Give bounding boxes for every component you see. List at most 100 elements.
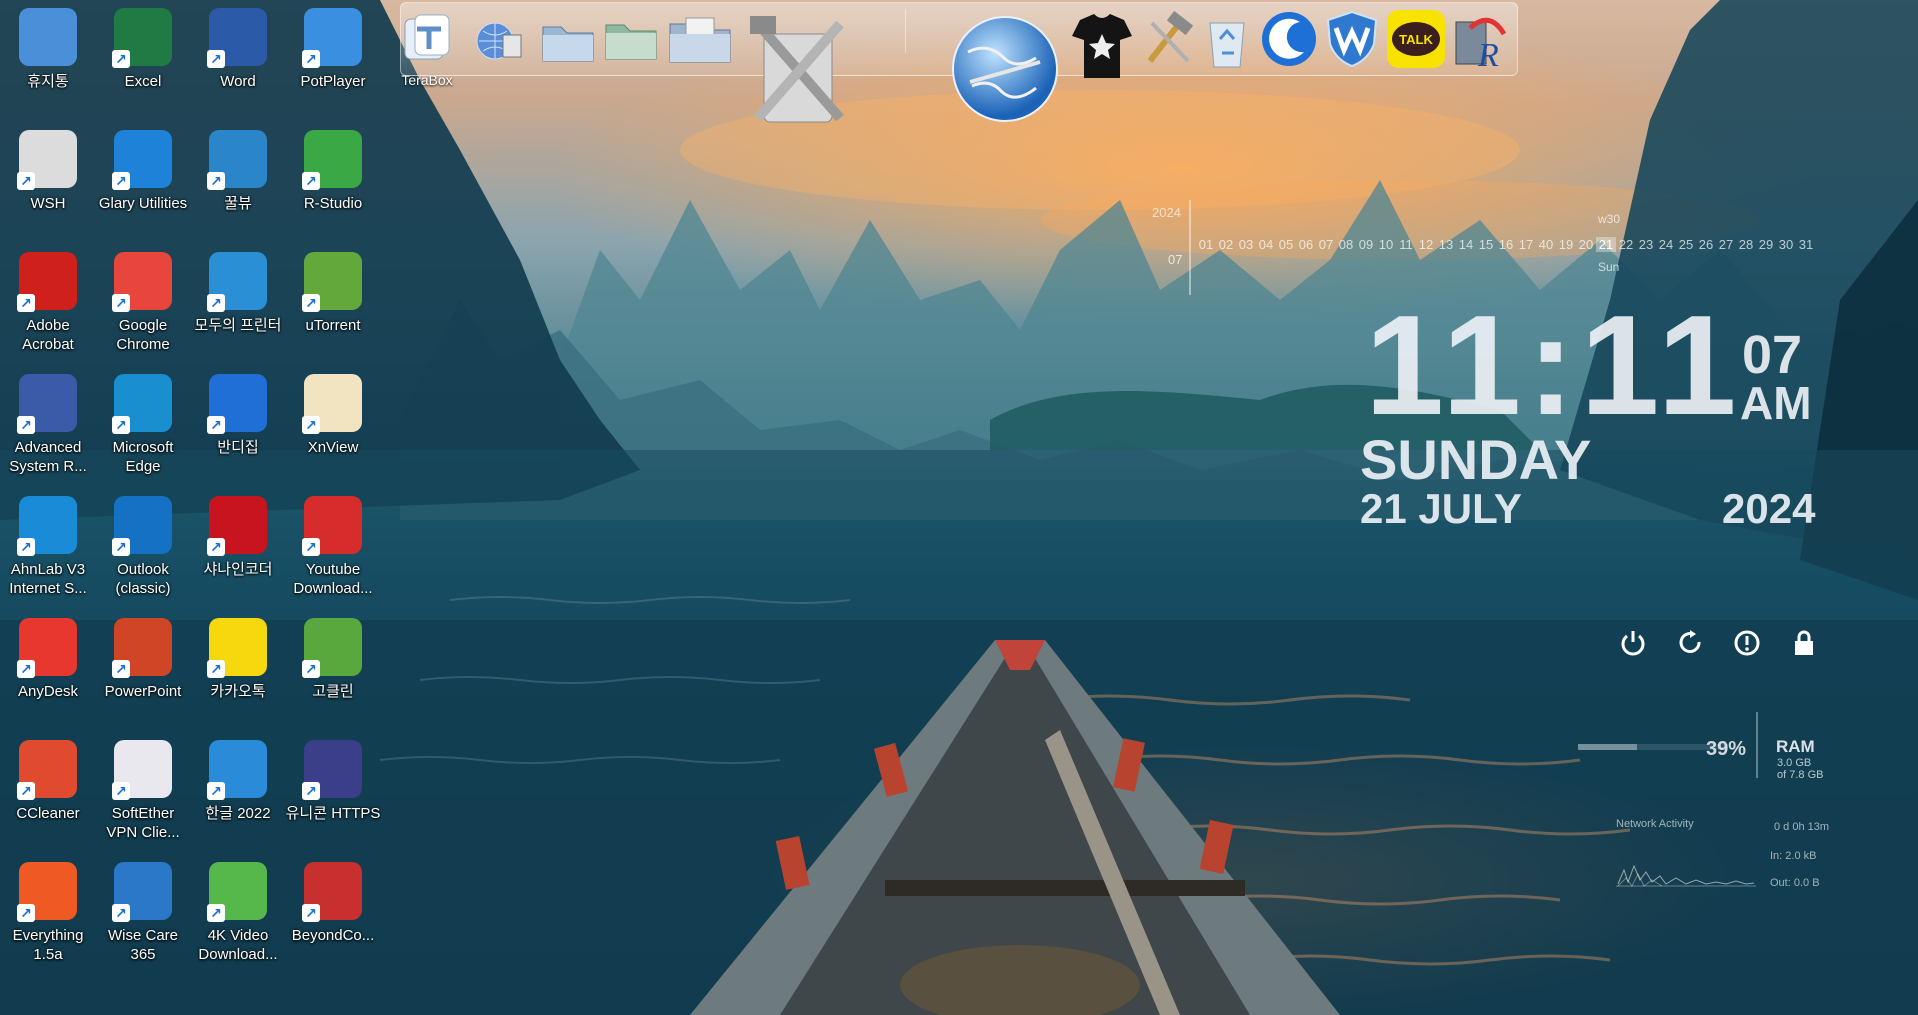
uptime: 0 d 0h 13m — [1774, 821, 1830, 833]
calendar-day: 23 — [1638, 237, 1654, 252]
tools-icon[interactable] — [743, 13, 853, 133]
desktop-icon[interactable]: 휴지통 — [0, 0, 96, 118]
desktop-icon-label: Excel — [124, 73, 162, 90]
desktop-icon[interactable]: ↗ Word — [190, 0, 286, 118]
clock-ampm: AM — [1740, 377, 1812, 429]
ram-usage-fill — [1578, 744, 1637, 750]
ram-used: 3.0 GB — [1777, 757, 1812, 769]
desktop-icon[interactable]: ↗ Adobe Acrobat — [0, 244, 96, 362]
wise-care-icon[interactable] — [1323, 9, 1381, 69]
desktop-icon[interactable]: ↗ R-Studio — [285, 122, 381, 240]
ram-divider — [1756, 712, 1758, 778]
desktop-icon-label: 4K Video Download... — [198, 927, 278, 963]
goclean-icon: ↗ — [302, 618, 362, 678]
desktop-icon-label: 반디집 — [217, 439, 259, 456]
glary-utilities-icon[interactable] — [1259, 9, 1319, 69]
calendar-day: 06 — [1298, 237, 1314, 252]
kakaotalk-icon: ↗ — [207, 618, 267, 678]
r-studio-icon[interactable]: R — [1449, 9, 1511, 73]
kakaotalk-icon[interactable]: TALK — [1385, 9, 1447, 69]
desktop-icon[interactable]: ↗ 반디집 — [190, 366, 286, 484]
desktop-icon-label: 카카오톡 — [210, 683, 266, 700]
desktop-icon[interactable]: ↗ PotPlayer — [285, 0, 381, 118]
folder-green-icon[interactable] — [601, 13, 661, 67]
desktop-icon-label: WSH — [30, 195, 66, 212]
calendar-day: 02 — [1218, 237, 1234, 252]
desktop-icon[interactable]: ↗ Everything 1.5a — [0, 854, 96, 972]
desktop-icon-label: Youtube Download... — [293, 561, 373, 597]
network-in: In: 2.0 kB — [1770, 850, 1817, 862]
desktop-icon[interactable]: ↗ Youtube Download... — [285, 488, 381, 606]
desktop-icon[interactable]: ↗ 꿀뷰 — [190, 122, 286, 240]
desktop-icon[interactable]: ↗ 한글 2022 — [190, 732, 286, 850]
desktop-icon[interactable]: ↗ 카카오톡 — [190, 610, 286, 728]
calendar-day: 30 — [1778, 237, 1794, 252]
outlook-icon: ↗ — [112, 496, 172, 556]
calendar-today-dow: Sun — [1598, 260, 1620, 274]
shortcut-arrow-icon: ↗ — [207, 294, 225, 312]
hangul-icon: ↗ — [207, 740, 267, 800]
shortcut-arrow-icon: ↗ — [112, 416, 130, 434]
clock-seconds: 07 — [1742, 325, 1803, 385]
wise-care-icon: ↗ — [112, 862, 172, 922]
desktop-icon[interactable]: ↗ Excel — [95, 0, 191, 118]
folder-icon[interactable] — [539, 15, 597, 67]
globe-icon[interactable] — [947, 11, 1063, 127]
calendar-day: 20 — [1578, 237, 1594, 252]
desktop-icon[interactable]: ↗ Glary Utilities — [95, 122, 191, 240]
desktop-icon[interactable]: ↗ AnyDesk — [0, 610, 96, 728]
tshirt-icon[interactable] — [1069, 9, 1135, 81]
desktop-icon[interactable]: ↗ 고클린 — [285, 610, 381, 728]
desktop-icon[interactable]: ↗ BeyondCo... — [285, 854, 381, 972]
desktop-icon[interactable]: ↗ WSH — [0, 122, 96, 240]
lock-icon[interactable] — [1787, 626, 1821, 660]
calendar-day: 21 — [1596, 237, 1616, 252]
folder-documents-icon[interactable] — [665, 11, 735, 69]
calendar-day: 10 — [1378, 237, 1394, 252]
xnview-icon: ↗ — [302, 374, 362, 434]
restart-icon[interactable] — [1673, 626, 1707, 660]
shortcut-arrow-icon: ↗ — [302, 782, 320, 800]
logoff-icon[interactable] — [1730, 626, 1764, 660]
desktop-icon-label: Microsoft Edge — [112, 439, 174, 475]
beyond-compare-icon: ↗ — [302, 862, 362, 922]
desktop-icon[interactable]: ↗ AhnLab V3 Internet S... — [0, 488, 96, 606]
globe-network-icon[interactable] — [471, 15, 527, 67]
glary-utilities-icon: ↗ — [112, 130, 172, 190]
desktop-icon-label: 샤나인코더 — [203, 561, 273, 578]
desktop-icon[interactable]: ↗ uTorrent — [285, 244, 381, 362]
desktop-icon[interactable]: ↗ XnView — [285, 366, 381, 484]
desktop-icon[interactable]: ↗ CCleaner — [0, 732, 96, 850]
desktop-icon[interactable]: ↗ Outlook (classic) — [95, 488, 191, 606]
hammer-icon[interactable] — [1137, 11, 1197, 69]
desktop-icon[interactable]: ↗ SoftEther VPN Clie... — [95, 732, 191, 850]
honeyview-icon: ↗ — [207, 130, 267, 190]
desktop-icon[interactable]: ↗ 4K Video Download... — [190, 854, 286, 972]
shortcut-arrow-icon: ↗ — [17, 294, 35, 312]
shortcut-arrow-icon: ↗ — [302, 172, 320, 190]
desktop-icon-label: PowerPoint — [104, 683, 182, 700]
advanced-system-repair-icon: ↗ — [17, 374, 77, 434]
desktop-icon[interactable]: ↗ 유니콘 HTTPS — [285, 732, 381, 850]
calendar-year: 2024 — [1152, 205, 1181, 220]
calendar-day: 17 — [1518, 237, 1534, 252]
document-icon: ↗ — [17, 130, 77, 190]
desktop-icon[interactable]: ↗ 샤나인코더 — [190, 488, 286, 606]
calendar-day: 40 — [1538, 237, 1554, 252]
recycle-bin-icon[interactable] — [1201, 13, 1253, 69]
desktop-icon[interactable]: ↗ Google Chrome — [95, 244, 191, 362]
desktop-icon[interactable]: ↗ Microsoft Edge — [95, 366, 191, 484]
network-title: Network Activity — [1616, 818, 1694, 830]
calendar-day: 11 — [1399, 237, 1413, 252]
calendar-day: 27 — [1718, 237, 1734, 252]
word-icon: ↗ — [207, 8, 267, 68]
terabox-icon[interactable] — [397, 9, 457, 69]
shortcut-arrow-icon: ↗ — [17, 172, 35, 190]
desktop-icon[interactable]: ↗ PowerPoint — [95, 610, 191, 728]
desktop-icon[interactable]: ↗ 모두의 프린터 — [190, 244, 286, 362]
youtube-downloader-icon: ↗ — [302, 496, 362, 556]
desktop-icon[interactable]: ↗ Advanced System R... — [0, 366, 96, 484]
power-icon[interactable] — [1616, 626, 1650, 660]
desktop-icon-label: Everything 1.5a — [12, 927, 84, 963]
desktop-icon[interactable]: ↗ Wise Care 365 — [95, 854, 191, 972]
